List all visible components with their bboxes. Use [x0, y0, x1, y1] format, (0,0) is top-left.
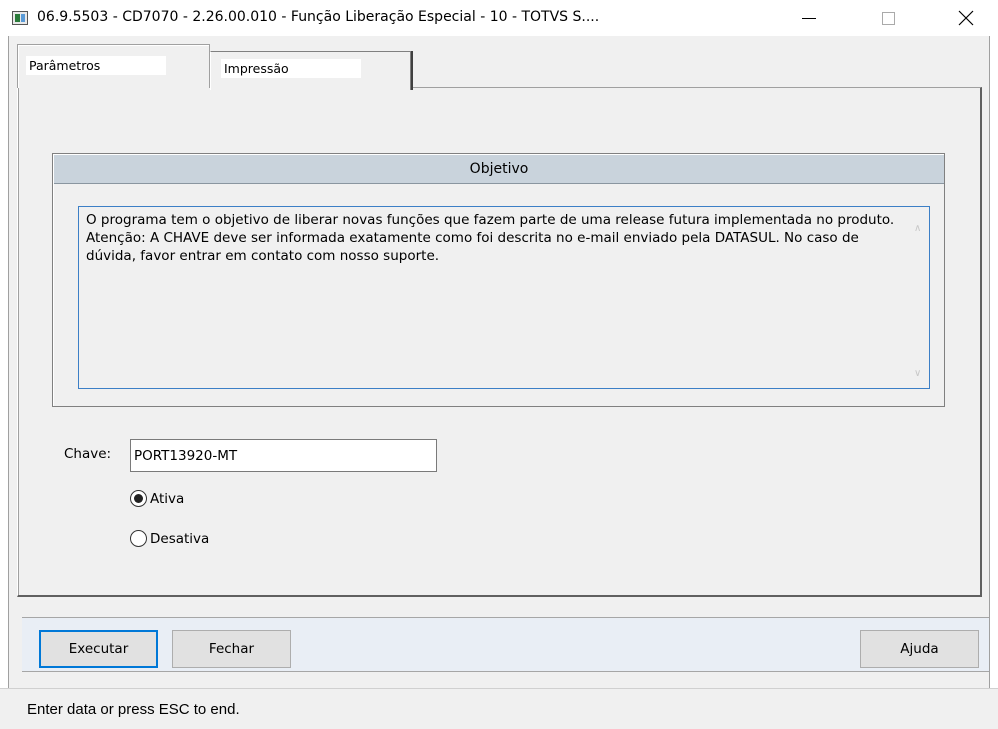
tab-parametros-label: Parâmetros [26, 56, 166, 75]
radio-desativa-label: Desativa [150, 530, 210, 547]
tab-impressao[interactable]: Impressão [210, 51, 411, 90]
close-icon [958, 10, 974, 26]
radio-ativa[interactable]: Ativa [130, 490, 184, 507]
maximize-button[interactable] [859, 0, 917, 36]
minimize-icon [802, 17, 816, 19]
tab-parametros[interactable]: Parâmetros [17, 44, 210, 88]
executar-button[interactable]: Executar [39, 630, 158, 668]
chave-label: Chave: [64, 446, 112, 462]
objetivo-group: Objetivo O programa tem o objetivo de li… [52, 153, 945, 407]
ajuda-button[interactable]: Ajuda [860, 630, 979, 668]
scroll-down-icon[interactable]: ∨ [914, 365, 921, 383]
window-title: 06.9.5503 - CD7070 - 2.26.00.010 - Funçã… [37, 9, 600, 25]
status-bar: Enter data or press ESC to end. [0, 688, 998, 729]
close-button[interactable] [937, 0, 995, 36]
scroll-up-icon[interactable]: ∧ [914, 220, 921, 238]
objetivo-scrollbar[interactable]: ∧ ∨ [908, 208, 928, 387]
radio-ativa-label: Ativa [150, 490, 185, 507]
maximize-icon [881, 11, 895, 25]
title-bar: 06.9.5503 - CD7070 - 2.26.00.010 - Funçã… [0, 0, 998, 36]
radio-desativa[interactable]: Desativa [130, 530, 209, 547]
radio-checked-icon[interactable] [130, 490, 147, 507]
tab-impressao-label: Impressão [221, 59, 361, 78]
fechar-button[interactable]: Fechar [172, 630, 291, 668]
status-text: Enter data or press ESC to end. [27, 701, 240, 718]
chave-input[interactable] [130, 439, 437, 472]
objetivo-textarea[interactable]: O programa tem o objetivo de liberar nov… [78, 206, 930, 389]
objetivo-text: O programa tem o objetivo de liberar nov… [86, 212, 895, 264]
app-icon[interactable] [12, 11, 28, 25]
objetivo-header: Objetivo [54, 155, 944, 184]
radio-unchecked-icon[interactable] [130, 530, 147, 547]
minimize-button[interactable] [780, 0, 838, 36]
button-bar [22, 617, 989, 672]
